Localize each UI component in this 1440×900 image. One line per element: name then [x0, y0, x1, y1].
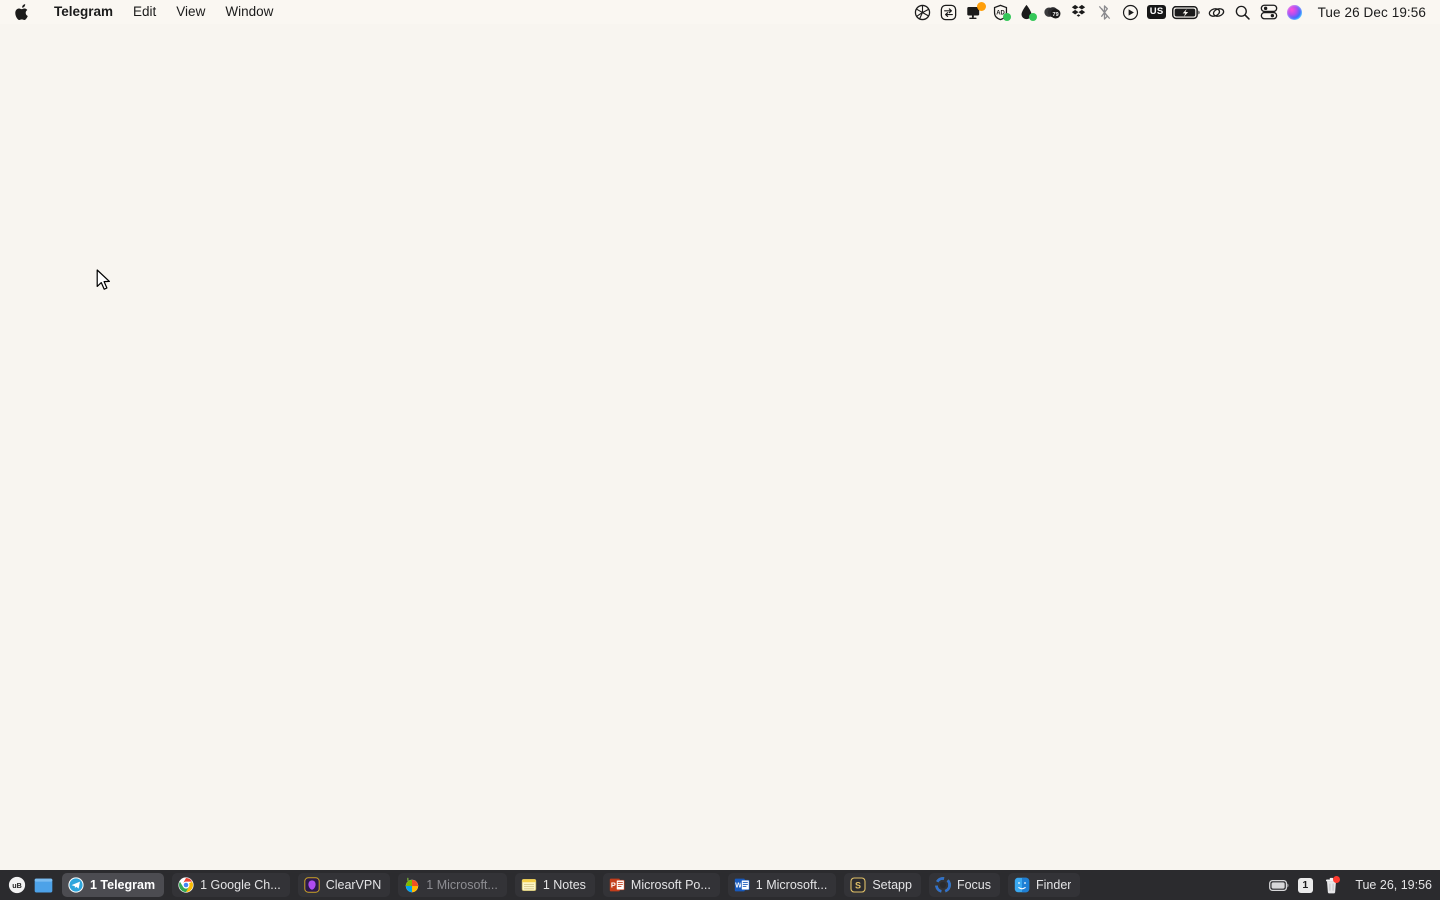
trash-icon[interactable]	[1319, 873, 1343, 897]
taskbar-item-microsoft-powerpoint[interactable]: P Microsoft Po...	[602, 873, 720, 897]
desktop-background[interactable]: Telegram Edit View Window AD 79 US Tue 2…	[0, 0, 1440, 900]
menu-edit[interactable]: Edit	[123, 2, 166, 22]
word-icon: W	[734, 877, 750, 893]
notes-icon	[521, 877, 537, 893]
taskbar-item-notes[interactable]: 1 Notes	[514, 873, 595, 897]
finder-icon	[1014, 877, 1030, 893]
battery-percent-icon[interactable]: 79	[1040, 1, 1066, 23]
status-badge	[1028, 13, 1037, 21]
spotlight-search-icon[interactable]	[1230, 1, 1256, 23]
svg-text:79: 79	[1053, 11, 1059, 17]
window-display-icon[interactable]	[32, 873, 54, 897]
taskbar: uB 1 Telegram 1 Google Ch... ClearVPN 1 …	[0, 870, 1440, 900]
menu-window[interactable]: Window	[215, 2, 283, 22]
taskbar-item-label: Microsoft Po...	[630, 878, 711, 892]
taskbar-item-microsoft-word[interactable]: W 1 Microsoft...	[727, 873, 837, 897]
taskbar-item-label: 1 Microsoft...	[755, 878, 828, 892]
status-badge	[1002, 13, 1011, 21]
dropbox-icon[interactable]	[1066, 1, 1092, 23]
taskbar-item-setapp[interactable]: S Setapp	[844, 873, 921, 897]
clearvpn-icon	[303, 877, 320, 893]
shutter-aperture-icon[interactable]	[910, 1, 936, 23]
apple-logo-icon[interactable]	[14, 3, 30, 21]
taskbar-item-microsoft[interactable]: 1 Microsoft...	[398, 873, 507, 897]
keyboard-layout-label: US	[1146, 5, 1167, 19]
siri-icon[interactable]	[1282, 1, 1308, 23]
notification-badge	[976, 2, 986, 11]
menu-bar-clock[interactable]: Tue 26 Dec 19:56	[1308, 5, 1432, 20]
taskbar-item-telegram[interactable]: 1 Telegram	[62, 873, 165, 897]
taskbar-item-label: Setapp	[872, 878, 912, 892]
taskbar-clock[interactable]: Tue 26, 19:56	[1345, 878, 1432, 892]
taskbar-item-finder[interactable]: Finder	[1008, 873, 1081, 897]
microsoft-icon	[404, 877, 420, 893]
taskbar-item-label: 1 Telegram	[90, 878, 156, 892]
telegram-icon	[68, 877, 84, 893]
svg-text:uB: uB	[12, 881, 22, 890]
svg-text:S: S	[855, 880, 861, 890]
media-play-icon[interactable]	[1118, 1, 1144, 23]
taskbar-item-label: Focus	[956, 878, 992, 892]
svg-text:P: P	[611, 881, 616, 890]
screen-mirroring-icon[interactable]	[1204, 1, 1230, 23]
taskbar-item-google-chrome[interactable]: 1 Google Ch...	[172, 873, 290, 897]
transfer-sync-icon[interactable]	[936, 1, 962, 23]
trash-badge	[1333, 876, 1341, 883]
taskbar-left-group: uB 1 Telegram 1 Google Ch... ClearVPN 1 …	[0, 870, 1081, 900]
menu-telegram[interactable]: Telegram	[44, 2, 123, 22]
setapp-icon: S	[850, 877, 866, 893]
menu-bar: Telegram Edit View Window AD 79 US Tue 2…	[0, 0, 1440, 24]
taskbar-item-label: Finder	[1036, 878, 1072, 892]
taskbar-item-label: 1 Microsoft...	[426, 878, 498, 892]
taskbar-item-clearvpn[interactable]: ClearVPN	[297, 873, 391, 897]
control-center-icon[interactable]	[1256, 1, 1282, 23]
ublock-origin-icon[interactable]: uB	[6, 873, 28, 897]
taskbar-item-label: ClearVPN	[325, 878, 382, 892]
display-monitor-icon[interactable]	[962, 1, 988, 23]
svg-text:W: W	[735, 883, 742, 890]
focus-icon	[935, 877, 951, 893]
menu-view[interactable]: View	[166, 2, 215, 22]
menu-bar-status-group: AD 79 US Tue 26 Dec 19:56	[910, 0, 1440, 24]
taskbar-right-group: 1 Tue 26, 19:56	[1267, 870, 1440, 900]
droplet-icon[interactable]	[1014, 1, 1040, 23]
desktop-number-label: 1	[1297, 877, 1313, 893]
taskbar-item-label: 1 Notes	[542, 878, 586, 892]
menu-bar-left-group: Telegram Edit View Window	[0, 0, 283, 24]
keyboard-layout-icon[interactable]: US	[1144, 1, 1170, 23]
siri-orb	[1287, 4, 1303, 20]
taskbar-item-focus[interactable]: Focus	[928, 873, 1001, 897]
battery-charging-icon[interactable]	[1170, 1, 1204, 23]
adguard-icon[interactable]: AD	[988, 1, 1014, 23]
powerpoint-icon: P	[609, 877, 625, 893]
desktop-number-indicator[interactable]: 1	[1293, 873, 1317, 897]
google-chrome-icon	[178, 877, 194, 893]
battery-icon[interactable]	[1267, 873, 1291, 897]
taskbar-item-label: 1 Google Ch...	[200, 878, 281, 892]
bluetooth-off-icon[interactable]	[1092, 1, 1118, 23]
mouse-cursor	[96, 269, 112, 297]
